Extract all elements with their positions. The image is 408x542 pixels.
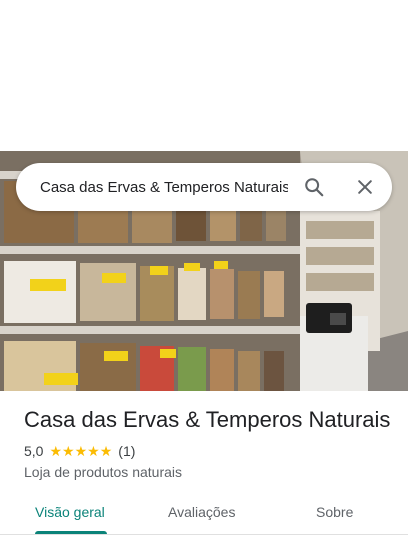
star-icon: ★ (49, 443, 63, 459)
tab-about[interactable]: Sobre (316, 504, 353, 520)
rating-stars: ★ ★ ★ ★ ★ (49, 444, 112, 458)
top-blank-area (0, 0, 408, 151)
star-icon: ★ (62, 443, 75, 459)
star-icon: ★ (87, 443, 100, 459)
rating-row[interactable]: 5,0 ★ ★ ★ ★ ★ (1) (24, 443, 135, 459)
rating-value: 5,0 (24, 443, 44, 459)
search-input[interactable]: Casa das Ervas & Temperos Naturais (40, 179, 288, 196)
review-count[interactable]: (1) (118, 443, 135, 459)
tab-reviews[interactable]: Avaliações (168, 504, 235, 520)
star-icon: ★ (99, 443, 113, 459)
star-icon: ★ (74, 443, 88, 459)
close-icon[interactable] (353, 175, 377, 199)
place-title: Casa das Ervas & Temperos Naturais (24, 407, 391, 432)
search-icon[interactable] (302, 175, 326, 199)
search-bar[interactable]: Casa das Ervas & Temperos Naturais (16, 163, 392, 211)
place-tabs: Visão geral Avaliações Sobre (0, 496, 408, 542)
tab-overview[interactable]: Visão geral (35, 504, 105, 520)
tabs-divider (0, 534, 408, 535)
place-category: Loja de produtos naturais (24, 464, 182, 480)
